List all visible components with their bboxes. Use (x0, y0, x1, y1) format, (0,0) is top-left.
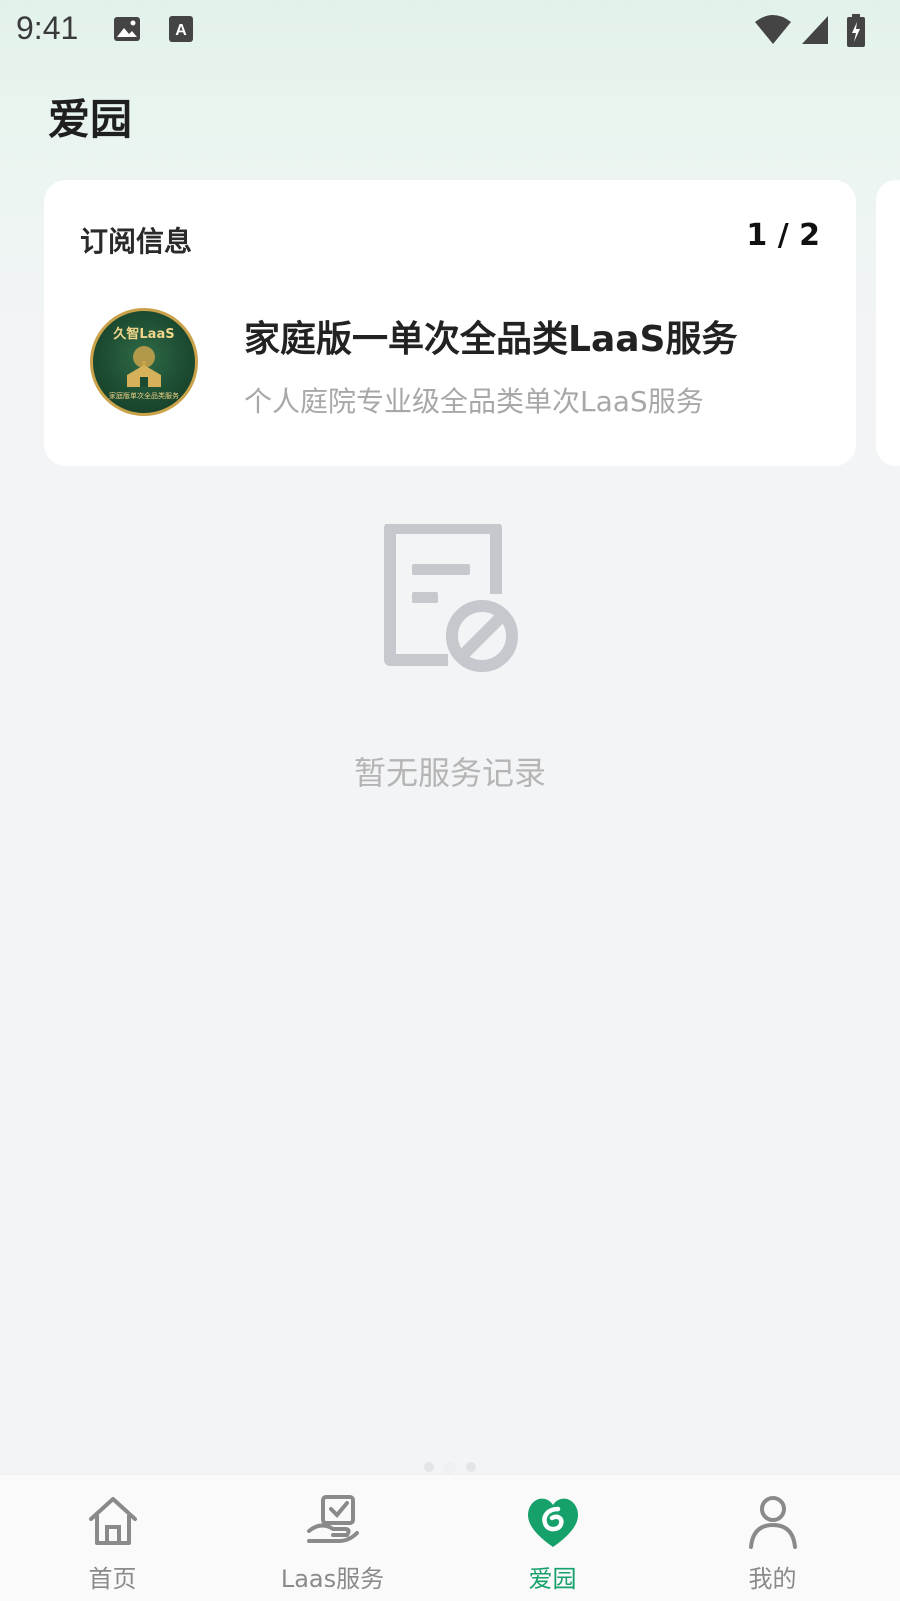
tab-mine-label: 我的 (748, 1565, 797, 1593)
tab-aiyuan[interactable]: 爱园 (440, 1475, 665, 1601)
bottom-tab-bar: 首页 Laas服务 爱园 我的 (0, 1474, 900, 1601)
tab-aiyuan-label: 爱园 (528, 1565, 577, 1593)
battery-icon (846, 14, 866, 52)
no-records-icon (378, 522, 528, 684)
carousel-indicator (0, 1462, 900, 1474)
tab-laas-service[interactable]: Laas服务 (220, 1475, 445, 1601)
page-title: 爱园 (48, 95, 133, 144)
badge-bottom-text: 家庭版单次全品类服务 (109, 392, 179, 400)
wifi-icon (754, 14, 792, 50)
badge-top-text: 久智LaaS (113, 327, 175, 342)
hand-service-icon (306, 1495, 359, 1543)
plan-description: 个人庭院专业级全品类单次LaaS服务 (244, 385, 704, 418)
card-header-label: 订阅信息 (80, 225, 193, 258)
plan-badge-image: 久智LaaS 家庭版单次全品类服务 (90, 308, 198, 416)
image-icon (112, 14, 142, 48)
tab-mine[interactable]: 我的 (660, 1475, 885, 1601)
user-icon (748, 1496, 797, 1549)
tree-house-icon (127, 346, 161, 387)
card-pager: 1 / 2 (746, 218, 820, 253)
tab-home[interactable]: 首页 (0, 1475, 225, 1601)
carousel-dot (424, 1462, 434, 1472)
carousel-dot (466, 1462, 476, 1472)
status-bar: 9:41 A (0, 0, 900, 64)
svg-text:A: A (175, 22, 187, 39)
status-time: 9:41 (16, 10, 79, 46)
signal-icon (800, 14, 830, 50)
carousel-dot-active (444, 1462, 456, 1474)
tab-home-label: 首页 (88, 1565, 137, 1593)
heart-garden-icon (527, 1498, 578, 1547)
plan-title: 家庭版一单次全品类LaaS服务 (244, 319, 738, 360)
tab-laas-service-label: Laas服务 (280, 1565, 385, 1593)
next-subscription-card[interactable] (876, 180, 900, 466)
subscription-card[interactable]: 订阅信息 1 / 2 久智LaaS 家庭版单次全品类服务 家庭版一单次全品类La… (44, 180, 856, 466)
a-icon: A (166, 14, 196, 48)
empty-state-message: 暂无服务记录 (353, 754, 546, 792)
home-icon (88, 1497, 137, 1545)
